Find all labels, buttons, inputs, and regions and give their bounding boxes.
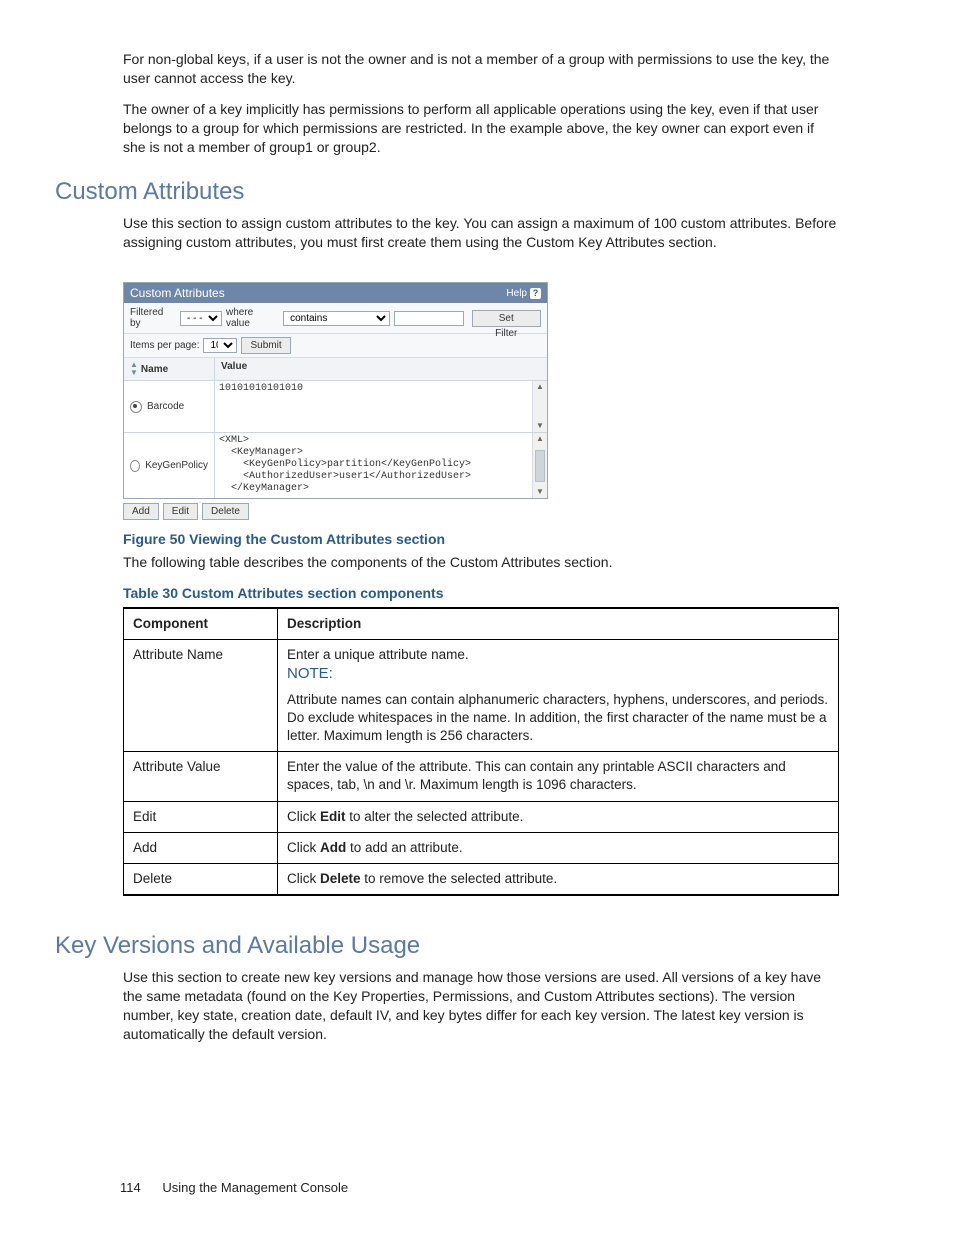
heading-key-versions: Key Versions and Available Usage: [55, 932, 839, 960]
note-label: NOTE:: [287, 665, 333, 682]
table-row: Barcode 10101010101010 ▲ ▼: [124, 381, 547, 433]
body-paragraph: Use this section to create new key versi…: [123, 968, 839, 1044]
help-icon: ?: [530, 288, 541, 299]
scroll-down-icon: ▼: [533, 486, 547, 498]
col-header-value: Value: [215, 358, 547, 380]
filtered-by-label: Filtered by: [130, 307, 176, 329]
items-per-page-select[interactable]: 10: [203, 338, 237, 353]
body-paragraph: Use this section to assign custom attrib…: [123, 214, 839, 252]
attr-name-cell: Barcode: [147, 401, 184, 412]
scroll-up-icon: ▲: [533, 433, 547, 445]
scroll-down-icon: ▼: [533, 420, 547, 432]
footer-title: Using the Management Console: [162, 1180, 348, 1195]
th-component: Component: [124, 608, 278, 640]
scrollbar[interactable]: ▲ ▼: [532, 433, 547, 498]
row-radio[interactable]: [130, 460, 140, 472]
add-button[interactable]: Add: [123, 503, 159, 520]
custom-attributes-panel: Custom Attributes Help ? Filtered by - -…: [123, 282, 839, 520]
attr-value-cell[interactable]: <XML> <KeyManager> <KeyGenPolicy>partiti…: [215, 433, 543, 495]
edit-button[interactable]: Edit: [163, 503, 198, 520]
where-value-label: where value: [226, 307, 279, 329]
table-caption: Table 30 Custom Attributes section compo…: [123, 584, 839, 603]
delete-button[interactable]: Delete: [202, 503, 249, 520]
table-row: Delete Click Delete to remove the select…: [124, 864, 839, 896]
help-link[interactable]: Help ?: [506, 288, 541, 299]
table-row: KeyGenPolicy <XML> <KeyManager> <KeyGenP…: [124, 433, 547, 498]
table-row: Add Click Add to add an attribute.: [124, 832, 839, 863]
filter-op-select[interactable]: contains: [283, 311, 389, 326]
table-row: Edit Click Edit to alter the selected at…: [124, 801, 839, 832]
body-paragraph: For non-global keys, if a user is not th…: [123, 50, 839, 88]
filter-field-select[interactable]: - - - -: [180, 311, 222, 326]
body-paragraph: The following table describes the compon…: [123, 553, 839, 572]
items-per-page-label: Items per page:: [130, 340, 199, 351]
set-filter-button[interactable]: Set Filter: [472, 310, 541, 327]
submit-button[interactable]: Submit: [241, 337, 290, 354]
scrollbar[interactable]: ▲ ▼: [532, 381, 547, 432]
col-header-name[interactable]: ▲▼ Name: [124, 358, 215, 380]
figure-caption: Figure 50 Viewing the Custom Attributes …: [123, 530, 839, 549]
th-description: Description: [278, 608, 839, 640]
heading-custom-attributes: Custom Attributes: [55, 178, 839, 206]
panel-title: Custom Attributes: [130, 286, 225, 300]
table-row: Attribute Value Enter the value of the a…: [124, 752, 839, 801]
filter-value-input[interactable]: [394, 311, 464, 326]
page-number: 114: [120, 1180, 141, 1195]
attr-name-cell: KeyGenPolicy: [145, 460, 208, 471]
sort-icon: ▲▼: [130, 361, 138, 377]
row-radio[interactable]: [130, 401, 142, 413]
body-paragraph: The owner of a key implicitly has permis…: [123, 100, 839, 157]
scroll-thumb[interactable]: [535, 450, 545, 482]
page-footer: 114 Using the Management Console: [120, 1180, 348, 1195]
components-table: Component Description Attribute Name Ent…: [123, 607, 839, 896]
attr-value-cell[interactable]: 10101010101010: [215, 381, 543, 429]
table-row: Attribute Name Enter a unique attribute …: [124, 640, 839, 752]
scroll-up-icon: ▲: [533, 381, 547, 393]
